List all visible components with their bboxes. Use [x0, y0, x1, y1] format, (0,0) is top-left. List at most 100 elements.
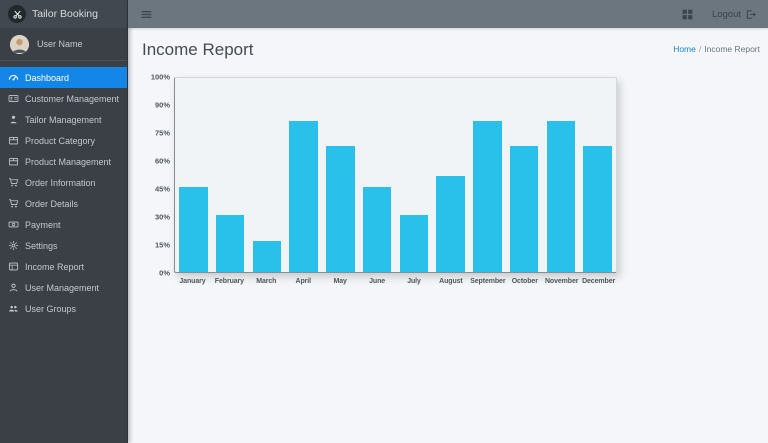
y-axis: 0%15%30%45%60%75%90%100%: [140, 77, 170, 273]
users-icon: [8, 303, 19, 314]
sidebar-item-label: Dashboard: [25, 73, 69, 83]
sidebar-item-product-management[interactable]: Product Management: [0, 151, 127, 172]
bar-slot: [322, 78, 359, 272]
bar-slot: [212, 78, 249, 272]
content: Income Report Home/Income Report 0% 15% 30…: [128, 28, 768, 443]
scissors-icon: [8, 5, 26, 23]
sidebar-item-income-report[interactable]: Income Report: [0, 256, 127, 277]
report-icon: [8, 261, 19, 272]
sidebar-item-tailor-management[interactable]: Tailor Management: [0, 109, 127, 130]
app-window: Tailor Booking User Name Dashboard Custom…: [0, 0, 768, 443]
user-name: User Name: [37, 39, 83, 49]
sidebar-item-label: Product Management: [25, 157, 111, 167]
sidebar-item-label: Settings: [25, 241, 58, 251]
bar-slot: [469, 78, 506, 272]
user-panel[interactable]: User Name: [0, 28, 127, 61]
sidebar-item-order-information[interactable]: Order Information: [0, 172, 127, 193]
breadcrumb-home-link[interactable]: Home: [673, 44, 696, 54]
avatar: [10, 35, 29, 54]
sidebar-item-user-groups[interactable]: User Groups: [0, 298, 127, 319]
sidebar-item-label: Product Category: [25, 136, 95, 146]
sidebar-menu: Dashboard Customer Management Tailor Manag…: [0, 61, 127, 325]
hamburger-icon[interactable]: [140, 8, 153, 21]
box-icon: [8, 156, 19, 167]
gear-icon: [8, 240, 19, 251]
breadcrumb-separator: /: [699, 44, 701, 54]
sidebar-item-label: User Management: [25, 283, 99, 293]
y-axis-tick: 45%: [155, 185, 170, 194]
y-axis-tick: 30%: [155, 213, 170, 222]
sidebar-item-label: Order Information: [25, 178, 96, 188]
x-axis-label: February: [211, 278, 248, 285]
cart-icon: [8, 177, 19, 188]
logout-label: Logout: [712, 9, 741, 20]
sidebar-item-user-management[interactable]: User Management: [0, 277, 127, 298]
user-icon: [8, 282, 19, 293]
y-axis-tick: 90%: [155, 101, 170, 110]
y-axis-tick: 15%: [155, 241, 170, 250]
money-icon: [8, 219, 19, 230]
sidebar-item-label: Customer Management: [25, 94, 119, 104]
sidebar-item-label: Income Report: [25, 262, 84, 272]
brand-header[interactable]: Tailor Booking: [0, 0, 127, 28]
y-axis-tick: 75%: [155, 129, 170, 138]
topbar-right: Logout: [681, 8, 756, 21]
sidebar-item-label: Order Details: [25, 199, 78, 209]
topbar: Logout: [128, 0, 768, 28]
bar-april: [289, 121, 318, 273]
breadcrumb: Home/Income Report: [673, 44, 760, 54]
x-axis-label: July: [396, 278, 433, 285]
x-axis-label: June: [359, 278, 396, 285]
bar-january: [179, 187, 208, 272]
sidebar-item-product-category[interactable]: Product Category: [0, 130, 127, 151]
bar-march: [253, 241, 282, 272]
bar-july: [400, 215, 429, 272]
app-title: Tailor Booking: [32, 8, 98, 20]
sidebar-item-customer-management[interactable]: Customer Management: [0, 88, 127, 109]
bar-december: [583, 146, 612, 272]
sidebar-item-dashboard[interactable]: Dashboard: [0, 67, 127, 88]
bar-slot: [543, 78, 580, 272]
y-axis-tick: 0%: [159, 269, 170, 278]
id-card-icon: [8, 93, 19, 104]
grid-icon[interactable]: [681, 8, 694, 21]
bar-slot: [396, 78, 433, 272]
x-axis-label: October: [506, 278, 543, 285]
bar-slot: [359, 78, 396, 272]
y-axis-tick: 100%: [151, 73, 170, 82]
bar-september: [473, 121, 502, 273]
sidebar-item-payment[interactable]: Payment: [0, 214, 127, 235]
sidebar-item-label: User Groups: [25, 304, 76, 314]
bar-slot: [285, 78, 322, 272]
sidebar-item-label: Payment: [25, 220, 61, 230]
x-axis-label: April: [285, 278, 322, 285]
x-axis: JanuaryFebruaryMarchAprilMayJuneJulyAugu…: [174, 278, 617, 285]
breadcrumb-current: Income Report: [704, 44, 760, 54]
tailor-icon: [8, 114, 19, 125]
bar-august: [436, 176, 465, 272]
x-axis-label: March: [248, 278, 285, 285]
bar-slot: [579, 78, 616, 272]
bar-slot: [506, 78, 543, 272]
dashboard-icon: [8, 72, 19, 83]
bar-may: [326, 146, 355, 272]
bar-slot: [249, 78, 286, 272]
logout-button[interactable]: Logout: [712, 9, 756, 20]
main-area: Logout Income Report Home/Income Report …: [128, 0, 768, 443]
sidebar-item-order-details[interactable]: Order Details: [0, 193, 127, 214]
x-axis-label: December: [580, 278, 617, 285]
cart-icon: [8, 198, 19, 209]
x-axis-label: November: [543, 278, 580, 285]
sidebar-item-label: Tailor Management: [25, 115, 102, 125]
sidebar-item-settings[interactable]: Settings: [0, 235, 127, 256]
y-axis-tick: 60%: [155, 157, 170, 166]
income-chart: 0%15%30%45%60%75%90%100% JanuaryFebruary…: [140, 77, 762, 307]
x-axis-label: September: [469, 278, 506, 285]
x-axis-label: January: [174, 278, 211, 285]
content-header: Income Report Home/Income Report: [140, 36, 762, 60]
bar-slot: [432, 78, 469, 272]
x-axis-label: May: [322, 278, 359, 285]
chart-plot-area: [174, 77, 617, 273]
bar-november: [547, 121, 576, 273]
box-icon: [8, 135, 19, 146]
